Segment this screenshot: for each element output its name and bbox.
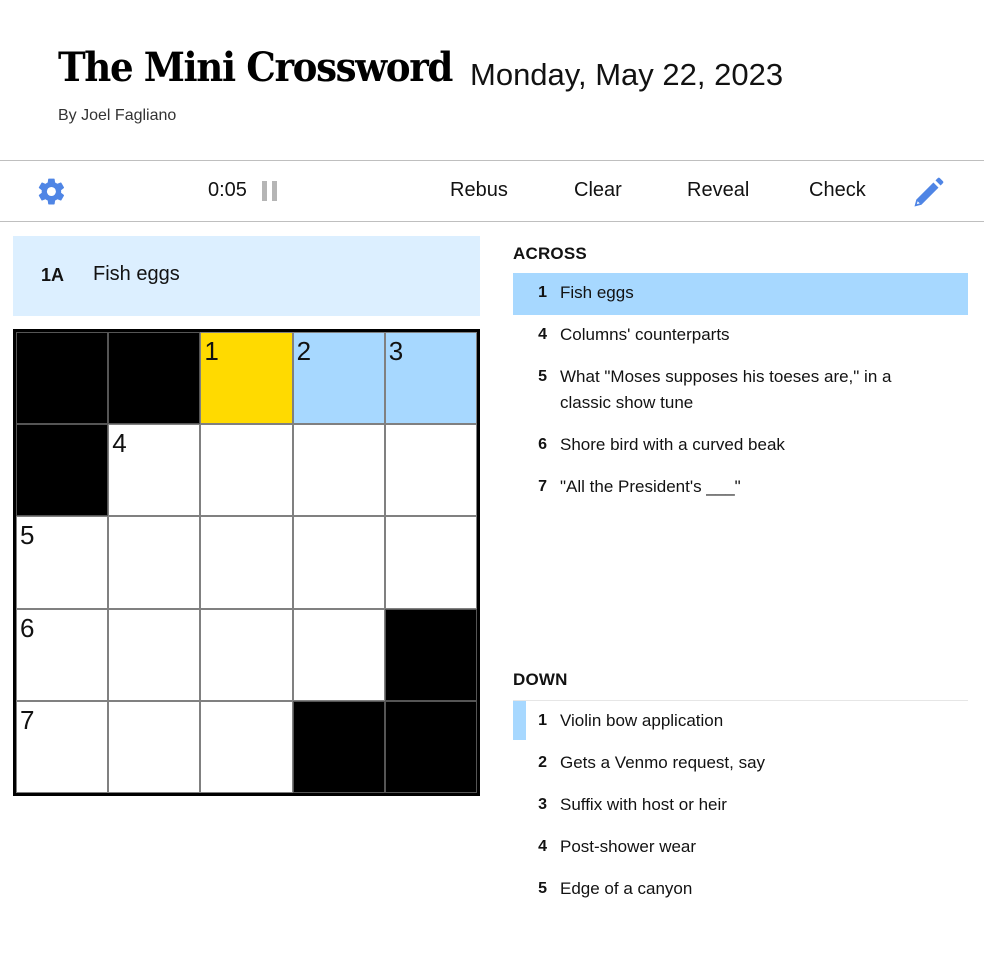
grid-cell[interactable]: 3 [384, 332, 477, 425]
reveal-button[interactable]: Reveal [687, 179, 749, 202]
clue-number: 5 [538, 368, 547, 385]
grid-cell[interactable] [292, 516, 385, 609]
down-clues: DOWN 1 Violin bow application 2 Gets a Venm… [513, 670, 968, 911]
grid-cell[interactable]: 1 [200, 332, 293, 425]
grid-cell-block [384, 700, 477, 793]
across-clue-list: 1 Fish eggs 4 Columns' counterparts 5 What "M… [513, 273, 968, 509]
current-clue-label: 1A [41, 265, 65, 285]
clue-number: 1 [538, 284, 547, 301]
clue-text: Columns' counterparts [560, 325, 730, 344]
across-title: ACROSS [513, 244, 587, 263]
clue-text: "All the President's ___" [560, 477, 741, 496]
grid-cell[interactable]: 6 [16, 608, 109, 701]
across-clue-item[interactable]: 6 Shore bird with a curved beak [513, 425, 968, 467]
down-clue-list: 1 Violin bow application 2 Gets a Venmo req… [513, 701, 968, 911]
grid-cell[interactable]: 2 [292, 332, 385, 425]
down-title: DOWN [513, 670, 968, 701]
grid-cell[interactable] [108, 516, 201, 609]
grid-cell-block [16, 332, 109, 425]
puzzle-date: Monday, May 22, 2023 [470, 57, 784, 92]
across-clue-item[interactable]: 4 Columns' counterparts [513, 315, 968, 357]
cell-number: 2 [296, 336, 312, 366]
grid-cell[interactable] [200, 516, 293, 609]
clue-number: 3 [538, 796, 547, 813]
grid-cell[interactable]: 4 [108, 424, 201, 517]
clue-text: Suffix with host or heir [560, 795, 727, 814]
cell-number: 5 [20, 520, 35, 551]
clue-text: Post-shower wear [560, 837, 697, 856]
byline: By Joel Fagliano [58, 107, 177, 124]
clue-text: What "Moses supposes his toeses are," in… [560, 367, 892, 412]
down-clue-item[interactable]: 5 Edge of a canyon [513, 869, 968, 911]
toolbar: 0:05 Rebus Clear Reveal Check [0, 160, 984, 222]
grid-cell[interactable] [108, 608, 201, 701]
down-clue-item[interactable]: 1 Violin bow application [513, 701, 968, 743]
grid-cell-block [108, 332, 201, 425]
clue-number: 5 [538, 880, 547, 897]
timer: 0:05 [208, 179, 247, 201]
cell-number: 4 [112, 428, 127, 459]
grid-cell[interactable]: 7 [16, 700, 109, 793]
cell-number: 1 [204, 336, 219, 366]
grid-cell[interactable] [200, 608, 293, 701]
grid-cell[interactable] [292, 424, 385, 517]
cell-number: 3 [388, 336, 404, 366]
grid-cell[interactable] [384, 516, 477, 609]
down-clue-item[interactable]: 2 Gets a Venmo request, say [513, 743, 968, 785]
grid-cell[interactable]: 5 [16, 516, 109, 609]
grid-cell-block [292, 700, 385, 793]
cell-number: 7 [20, 704, 35, 735]
current-clue-bar[interactable]: 1A Fish eggs [13, 236, 480, 316]
grid-cell[interactable] [108, 700, 201, 793]
clue-text: Shore bird with a curved beak [560, 435, 785, 454]
rebus-button[interactable]: Rebus [450, 179, 508, 202]
across-clue-item[interactable]: 7 "All the President's ___" [513, 467, 968, 509]
crossword-grid[interactable]: 1 2 3 4 5 6 7 [13, 329, 480, 796]
across-clue-item[interactable]: 1 Fish eggs [513, 273, 968, 315]
puzzle-header: The Mini Crossword Monday, May 22, 2023 … [0, 0, 984, 160]
pencil-icon[interactable] [910, 175, 946, 211]
cell-number: 6 [20, 612, 35, 643]
grid-cell[interactable] [200, 424, 293, 517]
grid-cell[interactable] [384, 424, 477, 517]
clue-number: 2 [538, 754, 547, 771]
across-clues: ACROSS 1 Fish eggs 4 Columns' counterparts 5… [513, 244, 968, 509]
clue-text: Gets a Venmo request, say [560, 753, 766, 772]
clue-number: 4 [538, 326, 547, 343]
gear-icon[interactable] [36, 176, 67, 207]
clear-button[interactable]: Clear [574, 179, 622, 202]
grid-cell[interactable] [292, 608, 385, 701]
grid-cell-block [384, 608, 477, 701]
grid-cell-block [16, 424, 109, 517]
clue-number: 1 [538, 712, 547, 729]
check-button[interactable]: Check [809, 179, 866, 202]
clue-number: 4 [538, 838, 547, 855]
clue-text: Edge of a canyon [560, 879, 693, 898]
down-clue-item[interactable]: 3 Suffix with host or heir [513, 785, 968, 827]
clue-number: 7 [538, 478, 547, 495]
pause-icon[interactable] [262, 181, 278, 201]
grid-cell[interactable] [200, 700, 293, 793]
clue-text: Fish eggs [560, 283, 634, 302]
across-clue-item[interactable]: 5 What "Moses supposes his toeses are," i… [513, 357, 968, 425]
page-title: The Mini Crossword [58, 44, 453, 91]
down-clue-item[interactable]: 4 Post-shower wear [513, 827, 968, 869]
clue-number: 6 [538, 436, 547, 453]
current-clue-text: Fish eggs [93, 263, 180, 285]
clue-text: Violin bow application [560, 711, 724, 730]
